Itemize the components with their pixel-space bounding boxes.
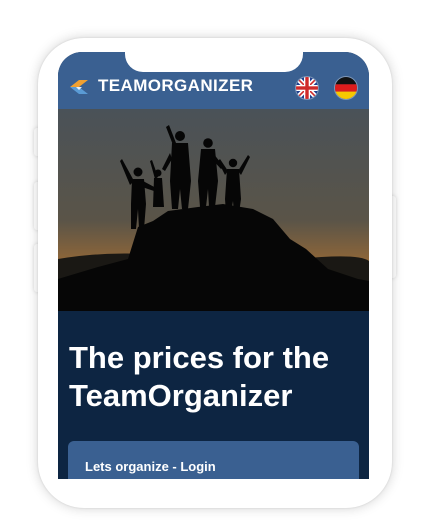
team-summit-silhouette-image	[58, 109, 369, 311]
uk-flag-icon[interactable]	[295, 76, 319, 100]
login-button-label: Lets organize - Login	[85, 459, 216, 474]
phone-notch	[125, 52, 303, 72]
login-button[interactable]: Lets organize - Login	[68, 441, 359, 479]
teamorganizer-logo-icon[interactable]	[68, 78, 90, 96]
page-title: The prices for the TeamOrganizer	[69, 340, 330, 413]
hero-image	[58, 109, 369, 311]
main-content: The prices for the TeamOrganizer Lets or…	[58, 311, 369, 479]
brand-name[interactable]: TEAMORGANIZER	[98, 76, 253, 96]
phone-screen: TEAMORGANIZER The prices for the TeamOrg…	[58, 52, 369, 479]
germany-flag-icon[interactable]	[334, 76, 358, 100]
